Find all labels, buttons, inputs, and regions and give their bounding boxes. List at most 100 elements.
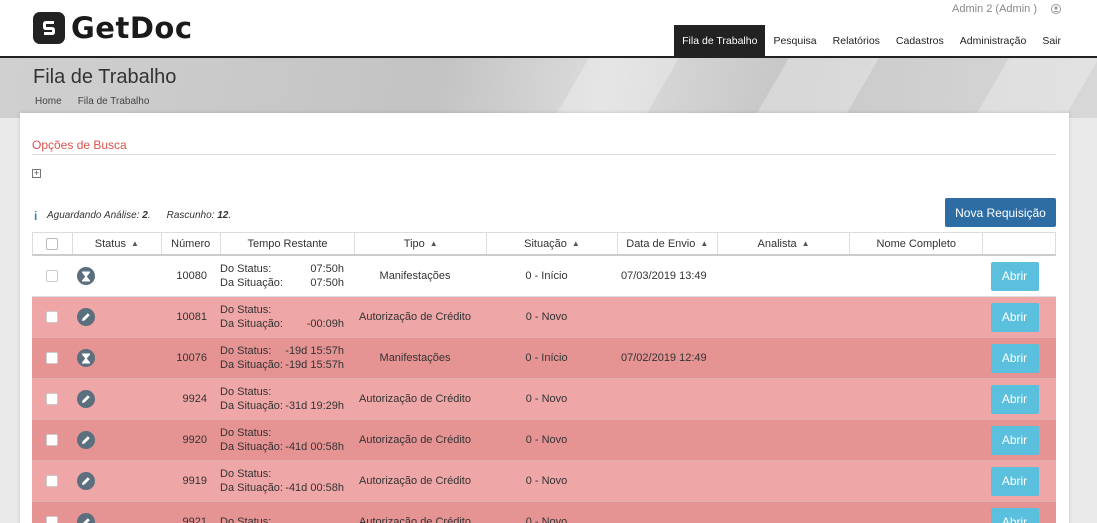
status-cell [72, 461, 161, 501]
sort-icon: ▲︎ [130, 239, 139, 248]
status-cell [72, 297, 161, 337]
analista-cell [712, 256, 845, 296]
do-status-value: -19d 15:57h [285, 345, 344, 357]
abrir-button[interactable]: Abrir [990, 384, 1039, 414]
action-cell: Abrir [978, 420, 1051, 460]
row-checkbox[interactable] [46, 393, 58, 405]
status-cell [72, 420, 161, 460]
numero-cell: 10076 [176, 352, 207, 364]
abrir-button[interactable]: Abrir [990, 343, 1039, 373]
table-row[interactable]: 10076 Do Status: -19d 15:57h Da Situação: -1… [32, 338, 1056, 379]
nav-fila-de-trabalho[interactable]: Fila de Trabalho [674, 25, 766, 58]
aguardando-count: 2 [142, 209, 148, 221]
action-cell: Abrir [978, 379, 1051, 419]
da-situacao-label: Da Situação: [220, 482, 283, 494]
abrir-button[interactable]: Abrir [990, 466, 1039, 496]
table-row[interactable]: 9919 Do Status: Da Situação: -41d 00:58h Aut… [32, 461, 1056, 502]
row-checkbox[interactable] [46, 352, 58, 364]
column-status[interactable]: Status ▲︎ [73, 233, 162, 254]
table-row[interactable]: 10080 Do Status: 07:50h Da Situação: 07:50h M… [32, 256, 1056, 297]
hourglass-icon [77, 349, 95, 367]
select-all-checkbox[interactable] [46, 237, 59, 250]
pencil-icon [77, 308, 95, 326]
expand-icon[interactable]: + [32, 169, 41, 178]
nome-completo-cell [845, 379, 978, 419]
user-icon [1051, 4, 1061, 14]
da-situacao-value: -31d 19:29h [285, 400, 344, 412]
situacao-cell: 0 - Início [525, 270, 568, 282]
user-menu[interactable]: Admin 2 (Admin ) [952, 3, 1061, 15]
column-nome-label: Nome Completo [876, 237, 957, 250]
row-select-cell [32, 420, 72, 460]
rascunho-count: 12 [217, 209, 229, 221]
numero-cell: 10081 [176, 311, 207, 323]
abrir-button[interactable]: Abrir [990, 507, 1039, 523]
column-data[interactable]: Data de Envio ▲︎ [618, 233, 718, 254]
table-body: 10080 Do Status: 07:50h Da Situação: 07:50h M… [32, 256, 1056, 523]
da-situacao-label: Da Situação: [220, 277, 283, 289]
situacao-cell: 0 - Novo [525, 311, 568, 323]
situacao-cell: 0 - Novo [525, 434, 568, 446]
numero-cell: 9924 [182, 393, 207, 405]
table-row[interactable]: 10081 Do Status: Da Situação: -00:09h Autori… [32, 297, 1056, 338]
banner-decoration [928, 58, 1097, 118]
row-checkbox[interactable] [46, 434, 58, 446]
row-checkbox[interactable] [46, 270, 58, 282]
row-checkbox[interactable] [46, 311, 58, 323]
sort-icon: ▲︎ [801, 239, 810, 248]
row-select-cell [32, 338, 72, 378]
status-cell [72, 502, 161, 523]
column-analista[interactable]: Analista ▲︎ [718, 233, 851, 254]
analista-cell [712, 461, 845, 501]
tempo-cell: Do Status: Da Situação: -00:09h [214, 297, 349, 337]
analista-cell [712, 338, 845, 378]
nav-pesquisa[interactable]: Pesquisa [765, 25, 824, 58]
sort-icon: ▲︎ [700, 239, 709, 248]
tempo-cell: Do Status: Da Situação: -41d 00:58h [214, 461, 349, 501]
data-envio-cell [612, 461, 712, 501]
nome-completo-cell [845, 297, 978, 337]
column-situacao[interactable]: Situação ▲︎ [487, 233, 618, 254]
abrir-button[interactable]: Abrir [990, 302, 1039, 332]
nav-relatorios[interactable]: Relatórios [825, 25, 888, 58]
numero-cell: 9920 [182, 434, 207, 446]
abrir-button[interactable]: Abrir [990, 261, 1039, 291]
nome-completo-cell [845, 338, 978, 378]
breadcrumb-home[interactable]: Home [35, 96, 62, 107]
analista-cell [712, 297, 845, 337]
situacao-cell: 0 - Novo [525, 516, 568, 523]
tipo-cell: Manifestações [379, 270, 451, 282]
situacao-cell: 0 - Novo [525, 393, 568, 405]
breadcrumb: Home Fila de Trabalho [35, 96, 165, 107]
nav-cadastros[interactable]: Cadastros [888, 25, 952, 58]
table-row[interactable]: 9920 Do Status: Da Situação: -41d 00:58h Aut… [32, 420, 1056, 461]
abrir-button[interactable]: Abrir [990, 425, 1039, 455]
status-cell [72, 379, 161, 419]
table-row[interactable]: 9921 Do Status: Autorização de Crédito 0 - … [32, 502, 1056, 523]
do-status-label: Do Status: [220, 345, 272, 357]
column-acao [983, 233, 1055, 254]
column-numero-label: Número [171, 237, 211, 250]
row-checkbox[interactable] [46, 475, 58, 487]
do-status-label: Do Status: [220, 427, 272, 439]
pencil-icon [77, 431, 95, 449]
nav-administracao[interactable]: Administração [952, 25, 1035, 58]
nav-sair[interactable]: Sair [1034, 25, 1069, 58]
numero-cell: 10080 [176, 270, 207, 282]
divider [32, 154, 1056, 155]
banner-decoration [708, 58, 902, 118]
page-title: Fila de Trabalho [33, 66, 177, 88]
numero-cell: 9921 [182, 516, 207, 523]
column-tipo[interactable]: Tipo ▲︎ [355, 233, 488, 254]
nome-completo-cell [845, 420, 978, 460]
da-situacao-value: -19d 15:57h [285, 359, 344, 371]
new-request-button[interactable]: Nova Requisição [945, 198, 1056, 227]
row-checkbox[interactable] [46, 516, 58, 523]
sort-icon: ▲︎ [571, 239, 580, 248]
action-cell: Abrir [978, 338, 1051, 378]
da-situacao-label: Da Situação: [220, 318, 283, 330]
brand-logo[interactable]: GetDoc [33, 11, 193, 45]
table-row[interactable]: 9924 Do Status: Da Situação: -31d 19:29h Aut… [32, 379, 1056, 420]
search-options-title[interactable]: Opções de Busca [32, 138, 127, 152]
action-cell: Abrir [978, 502, 1051, 523]
